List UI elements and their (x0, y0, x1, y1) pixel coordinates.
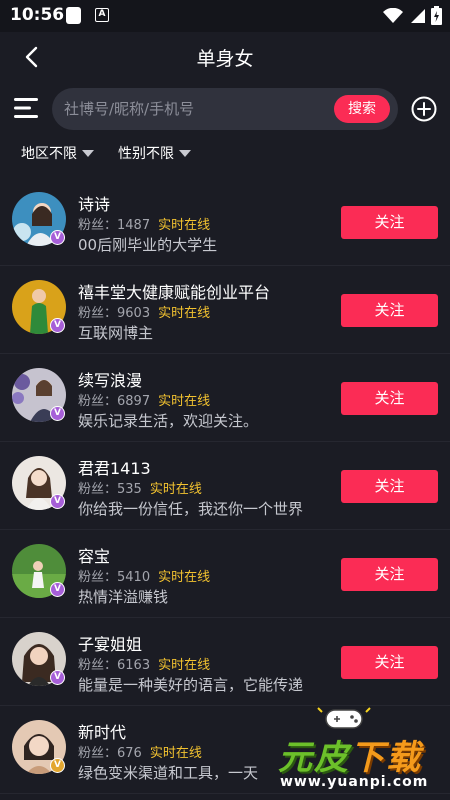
fans-line: 粉丝：676 实时在线 (78, 742, 202, 761)
fans-label: 粉丝： (78, 658, 118, 673)
online-status: 实时在线 (158, 306, 211, 321)
add-button[interactable] (411, 96, 437, 122)
region-filter-label: 地区不限 (21, 146, 77, 162)
region-filter[interactable]: 地区不限 (21, 143, 94, 163)
add-circle-icon (411, 96, 437, 122)
user-bio: 00后刚毕业的大学生 (78, 236, 218, 254)
menu-button[interactable] (12, 94, 40, 122)
fans-label: 粉丝： (78, 218, 118, 233)
follow-button[interactable]: 关注 (341, 206, 438, 239)
fans-count: 6163 (117, 658, 151, 673)
vip-badge-icon: V (50, 758, 65, 773)
online-status: 实时在线 (158, 394, 211, 409)
user-name: 子宴姐姐 (78, 635, 143, 654)
battery-icon (431, 6, 442, 25)
fans-line: 粉丝：5410 实时在线 (78, 566, 210, 585)
menu-icon (14, 98, 38, 118)
online-status: 实时在线 (158, 570, 211, 585)
user-bio: 互联网博主 (78, 324, 154, 342)
user-bio: 能量是一种美好的语言，它能传递 (78, 676, 304, 694)
user-name: 新时代 (78, 723, 127, 742)
fans-line: 粉丝：535 实时在线 (78, 478, 202, 497)
user-bio: 你给我一份信任，我还你一个世界 (78, 500, 304, 518)
user-bio: 娱乐记录生活，欢迎关注。 (78, 412, 259, 430)
online-status: 实时在线 (158, 658, 211, 673)
user-bio: 热情洋溢赚钱 (78, 588, 169, 606)
fans-count: 1487 (117, 218, 151, 233)
notification-square-icon (66, 7, 81, 24)
fans-label: 粉丝： (78, 394, 118, 409)
status-icons (383, 6, 442, 25)
dropdown-triangle-icon (82, 149, 94, 157)
user-name: 容宝 (78, 547, 111, 566)
online-status: 实时在线 (149, 746, 202, 761)
list-item[interactable]: V 续写浪漫 粉丝：6897 实时在线 娱乐记录生活，欢迎关注。 关注 (0, 354, 450, 442)
vip-badge-icon: V (50, 406, 65, 421)
follow-button[interactable]: 关注 (341, 558, 438, 591)
fans-label: 粉丝： (78, 306, 118, 321)
a-notification-icon: A (95, 8, 109, 22)
fans-line: 粉丝：6897 实时在线 (78, 390, 210, 409)
status-time: 10:56 (10, 5, 65, 25)
fans-count: 676 (117, 746, 142, 761)
fans-line: 粉丝：9603 实时在线 (78, 302, 210, 321)
fans-count: 6897 (117, 394, 151, 409)
fans-count: 9603 (117, 306, 151, 321)
follow-button[interactable]: 关注 (341, 646, 438, 679)
follow-button[interactable]: 关注 (341, 470, 438, 503)
watermark: 元皮下载 www.yuanpi.com (264, 700, 446, 796)
list-item[interactable]: V 诗诗 粉丝：1487 实时在线 00后刚毕业的大学生 关注 (0, 178, 450, 266)
gamepad-icon (317, 707, 371, 729)
vip-badge-icon: V (50, 670, 65, 685)
watermark-logo: 元皮下载 (278, 738, 422, 778)
vip-badge-icon: V (50, 230, 65, 245)
fans-label: 粉丝： (78, 482, 118, 497)
list-item[interactable]: V 子宴姐姐 粉丝：6163 实时在线 能量是一种美好的语言，它能传递 关注 (0, 618, 450, 706)
gender-filter-label: 性别不限 (118, 146, 174, 162)
fans-count: 5410 (117, 570, 151, 585)
page-title: 单身女 (196, 48, 254, 70)
list-item[interactable]: V 禧丰堂大健康赋能创业平台 粉丝：9603 实时在线 互联网博主 关注 (0, 266, 450, 354)
search-input[interactable] (64, 88, 324, 130)
online-status: 实时在线 (158, 218, 211, 233)
list-item[interactable]: V 君君1413 粉丝：535 实时在线 你给我一份信任，我还你一个世界 关注 (0, 442, 450, 530)
online-status: 实时在线 (149, 482, 202, 497)
fans-label: 粉丝： (78, 570, 118, 585)
nav-bar: 单身女 (0, 32, 450, 82)
fans-line: 粉丝：1487 实时在线 (78, 214, 210, 233)
vip-badge-icon: V (50, 494, 65, 509)
search-box: 搜索 (52, 88, 398, 130)
list-item[interactable]: V 容宝 粉丝：5410 实时在线 热情洋溢赚钱 关注 (0, 530, 450, 618)
user-name: 续写浪漫 (78, 371, 143, 390)
watermark-url: www.yuanpi.com (280, 774, 429, 790)
vip-badge-icon: V (50, 318, 65, 333)
wifi-icon (383, 7, 403, 23)
user-name: 禧丰堂大健康赋能创业平台 (78, 283, 271, 302)
gender-filter[interactable]: 性别不限 (118, 143, 191, 163)
fans-label: 粉丝： (78, 746, 118, 761)
user-name: 诗诗 (78, 195, 111, 214)
signal-icon (411, 8, 425, 23)
search-button[interactable]: 搜索 (334, 95, 390, 123)
fans-count: 535 (117, 482, 142, 497)
follow-button[interactable]: 关注 (341, 294, 438, 327)
fans-line: 粉丝：6163 实时在线 (78, 654, 210, 673)
dropdown-triangle-icon (179, 149, 191, 157)
status-bar: 10:56 A (0, 0, 450, 32)
vip-badge-icon: V (50, 582, 65, 597)
follow-button[interactable]: 关注 (341, 382, 438, 415)
user-name: 君君1413 (78, 459, 151, 478)
